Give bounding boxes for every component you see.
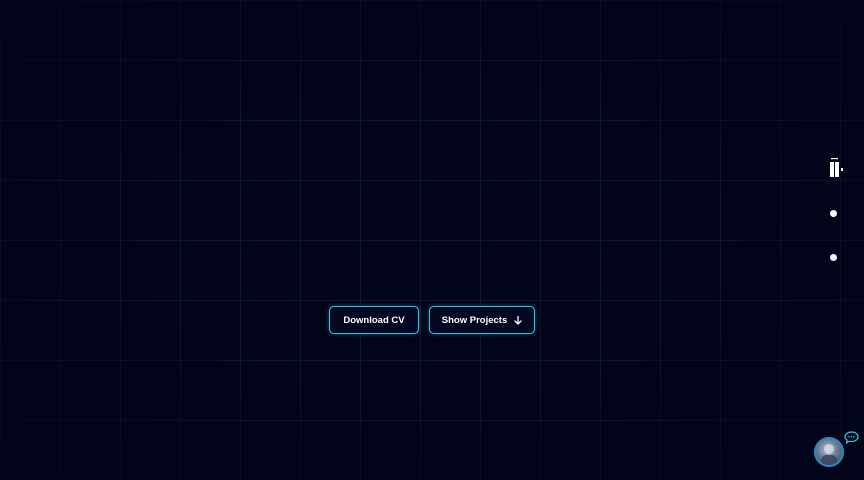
- chat-bubble-icon[interactable]: [844, 431, 859, 445]
- nav-dot[interactable]: [830, 210, 837, 217]
- download-cv-label: Download CV: [343, 314, 405, 326]
- download-cv-button[interactable]: Download CV: [329, 306, 419, 334]
- nav-dot[interactable]: [830, 254, 837, 261]
- logo-icon[interactable]: [826, 156, 844, 180]
- show-projects-button[interactable]: Show Projects: [429, 306, 535, 334]
- chat-widget: [813, 431, 861, 471]
- avatar[interactable]: [814, 437, 844, 467]
- background-vignette: [0, 0, 864, 480]
- hero-actions: Download CV Show Projects: [329, 306, 535, 334]
- show-projects-label: Show Projects: [441, 314, 508, 326]
- side-navigation: [823, 156, 845, 266]
- page-background: Download CV Show Projects: [0, 0, 864, 480]
- arrow-down-icon: [514, 315, 522, 325]
